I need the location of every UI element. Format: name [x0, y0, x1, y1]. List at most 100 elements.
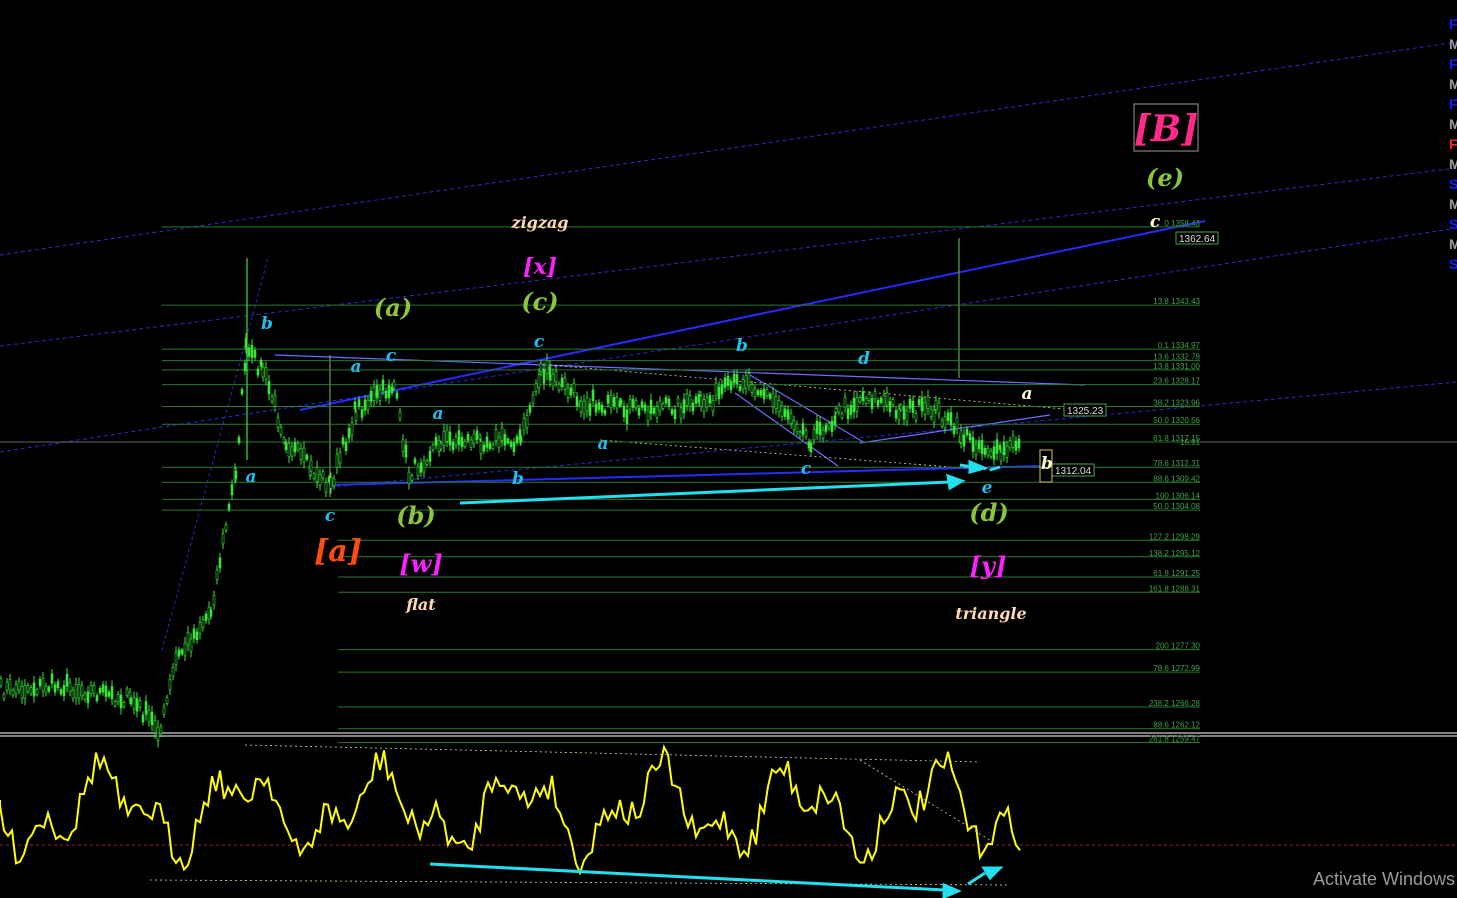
candle-body	[321, 471, 325, 479]
candle-body	[11, 689, 15, 696]
candle-body	[83, 693, 87, 700]
candle-body	[873, 391, 877, 400]
candle-body	[372, 386, 376, 401]
candle-body	[1011, 435, 1015, 448]
candle-body	[147, 710, 151, 722]
candle-body	[661, 403, 665, 409]
candle-body	[162, 706, 166, 715]
candle-body	[20, 686, 24, 699]
candle-body	[404, 444, 408, 458]
candle-body	[1014, 440, 1018, 451]
candle-body	[101, 684, 105, 693]
candle-body	[53, 684, 57, 693]
candle-body	[302, 447, 306, 462]
candle-body	[192, 628, 196, 639]
candle-body	[318, 474, 322, 486]
candle-body	[363, 399, 367, 411]
candle-body	[180, 649, 184, 655]
candle-body	[44, 685, 48, 694]
pattern-zigzag-label: zigzag	[511, 213, 569, 232]
candle-body	[914, 413, 918, 421]
oscillator-line	[0, 744, 1021, 876]
candle-body	[759, 390, 763, 396]
candle-body	[897, 408, 901, 420]
candle-body	[422, 460, 426, 473]
candle-body	[247, 347, 251, 357]
candle-body	[472, 433, 476, 444]
candle-body	[0, 678, 3, 686]
candle-body	[457, 430, 461, 445]
candle-body	[381, 379, 385, 391]
candle-body	[551, 373, 555, 386]
candle-body	[332, 478, 336, 487]
candle-body	[460, 436, 464, 448]
candle-body	[667, 398, 671, 407]
candle-body	[159, 726, 163, 734]
candle-body	[168, 678, 172, 691]
candle-body	[809, 443, 813, 453]
candle-body	[264, 367, 268, 380]
candle-body	[694, 396, 698, 404]
fib-label-18: 78.6 1272.99	[1153, 664, 1200, 673]
candle-body	[646, 410, 650, 422]
candle-body	[309, 459, 313, 472]
candle-body	[32, 682, 36, 697]
candle-body	[89, 684, 93, 694]
candle-body	[482, 444, 486, 452]
fib-label-4: 13.8 1331.00	[1153, 362, 1200, 371]
candle-body	[911, 400, 915, 413]
candle-body	[116, 694, 120, 703]
candle-body	[989, 450, 993, 457]
wave-paren-d-label: (d)	[969, 498, 1009, 527]
candle-body	[717, 386, 721, 399]
candle-body	[738, 385, 742, 391]
minor-wave-label-8: c	[534, 332, 545, 352]
candle-body	[597, 402, 601, 410]
candle-body	[485, 436, 489, 448]
minor-wave-label-14: a	[1021, 384, 1032, 404]
candle-body	[783, 408, 787, 417]
candle-body	[50, 673, 54, 684]
candle-body	[849, 404, 853, 415]
candle-body	[525, 414, 529, 429]
candle-body	[705, 397, 709, 408]
candle-body	[894, 410, 898, 419]
candle-body	[491, 444, 495, 450]
minor-wave-label-0: b	[261, 314, 273, 334]
candle-body	[902, 406, 906, 420]
candle-body	[888, 401, 892, 413]
channel-lines	[0, 41, 1457, 846]
indicator-list-item: F	[1449, 136, 1457, 152]
indicator-list-item: M	[1449, 76, 1457, 92]
candle-body	[59, 689, 63, 695]
candle-body	[395, 392, 399, 399]
candle-body	[622, 405, 626, 418]
candle-body	[353, 401, 357, 410]
candle-body	[923, 401, 927, 415]
wave-a-major-label: [a]	[314, 534, 362, 569]
candle-body	[753, 388, 757, 397]
candle-body	[384, 390, 388, 399]
candle-body	[451, 442, 455, 451]
candle-body	[664, 397, 668, 404]
minor-wave-label-15: b	[1041, 454, 1053, 474]
candle-body	[5, 681, 9, 691]
candle-body	[80, 685, 84, 697]
fib-label-13: 127.2 1298.29	[1149, 532, 1201, 541]
candle-body	[261, 366, 265, 378]
candle-body	[135, 698, 139, 712]
candle-body	[824, 425, 828, 432]
crosshair-readout: 16.91	[1180, 438, 1201, 447]
candle-body	[937, 402, 941, 415]
fib-label-2: 0.1 1334.97	[1158, 341, 1201, 350]
candle-body	[104, 685, 108, 697]
chart-canvas[interactable]: 0 1358.43 13.8 1343.43 0.1 1334.97 13.6 133…	[0, 0, 1457, 898]
candle-body	[240, 389, 244, 395]
candle-body	[932, 410, 936, 423]
candle-body	[234, 470, 238, 479]
candle-body	[500, 427, 504, 441]
fib-label-0: 0 1358.43	[1164, 219, 1200, 228]
candle-body	[804, 430, 808, 437]
candle-body	[141, 714, 145, 723]
candle-body	[765, 389, 769, 397]
